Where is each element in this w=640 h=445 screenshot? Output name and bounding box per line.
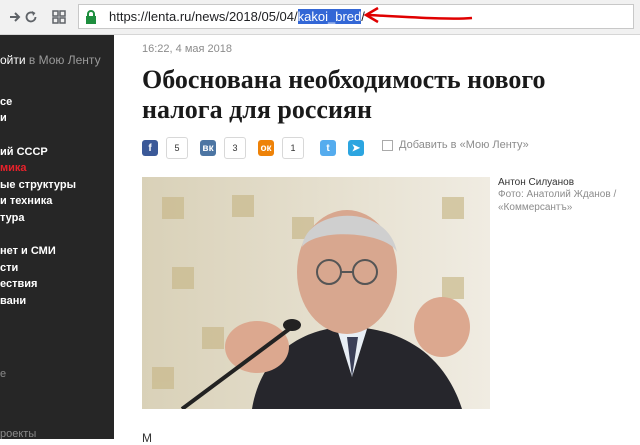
add-to-my-lenta[interactable]: Добавить в «Мою Ленту» (382, 139, 529, 151)
sidebar-item[interactable]: роекты (0, 428, 36, 439)
telegram-icon: ➤ (348, 140, 364, 156)
url-prefix: https://lenta.ru/news/2018/05/04/ (109, 9, 298, 24)
checkbox[interactable] (382, 139, 393, 151)
reload-icon[interactable] (20, 6, 42, 28)
sidebar-item[interactable]: сти (0, 262, 18, 274)
sidebar-item[interactable]: ые структуры (0, 179, 76, 191)
sidebar: ойти в Мою Ленту се и ий СССР мика ые ст… (0, 35, 114, 439)
sidebar-item[interactable]: ий СССР (0, 146, 48, 158)
sidebar-item[interactable]: нет и СМИ (0, 245, 56, 257)
vk-icon: вк (200, 140, 216, 156)
article-body: М (142, 431, 152, 445)
sidebar-item[interactable]: ествия (0, 278, 37, 290)
sidebar-item[interactable]: и техника (0, 195, 52, 207)
sidebar-item[interactable]: вани (0, 295, 26, 307)
odnoklassniki-icon: ок (258, 140, 274, 156)
share-count: 1 (282, 137, 304, 159)
photo-caption: Антон Силуанов Фото: Анатолий Жданов / «… (498, 177, 638, 214)
article-title: Обоснована необходимость нового налога д… (142, 65, 546, 124)
share-count: 5 (166, 137, 188, 159)
sidebar-item[interactable]: и (0, 112, 7, 124)
address-bar[interactable]: https://lenta.ru/news/2018/05/04/kakoi_b… (78, 4, 634, 29)
sidebar-item[interactable]: тура (0, 212, 24, 224)
sidebar-item-active[interactable]: мика (0, 162, 27, 174)
url-text[interactable]: https://lenta.ru/news/2018/05/04/kakoi_b… (109, 9, 365, 24)
add-to-lenta-label: Добавить в «Мою Ленту» (399, 139, 529, 151)
article-photo (142, 177, 490, 409)
article-main: 16:22, 4 мая 2018 Обоснована необходимос… (116, 35, 640, 445)
sidebar-item[interactable]: е (0, 368, 6, 380)
apps-grid-icon[interactable] (48, 6, 70, 28)
login-suffix: в Мою Ленту (25, 53, 101, 67)
share-count: 3 (224, 137, 246, 159)
article-date: 16:22, 4 мая 2018 (142, 43, 232, 55)
url-selected-segment: kakoi_bred (297, 9, 362, 24)
twitter-icon: t (320, 140, 336, 156)
caption-name: Антон Силуанов (498, 177, 575, 188)
caption-credit: Фото: Анатолий Жданов / «Коммерсантъ» (498, 189, 617, 213)
facebook-icon: f (142, 140, 158, 156)
lock-icon (85, 10, 97, 29)
login-link[interactable]: ойти в Мою Ленту (0, 53, 101, 67)
sidebar-item[interactable]: се (0, 96, 12, 108)
login-label: ойти (0, 53, 26, 67)
annotation-arrow-icon (363, 6, 473, 24)
browser-toolbar: https://lenta.ru/news/2018/05/04/kakoi_b… (0, 0, 640, 35)
